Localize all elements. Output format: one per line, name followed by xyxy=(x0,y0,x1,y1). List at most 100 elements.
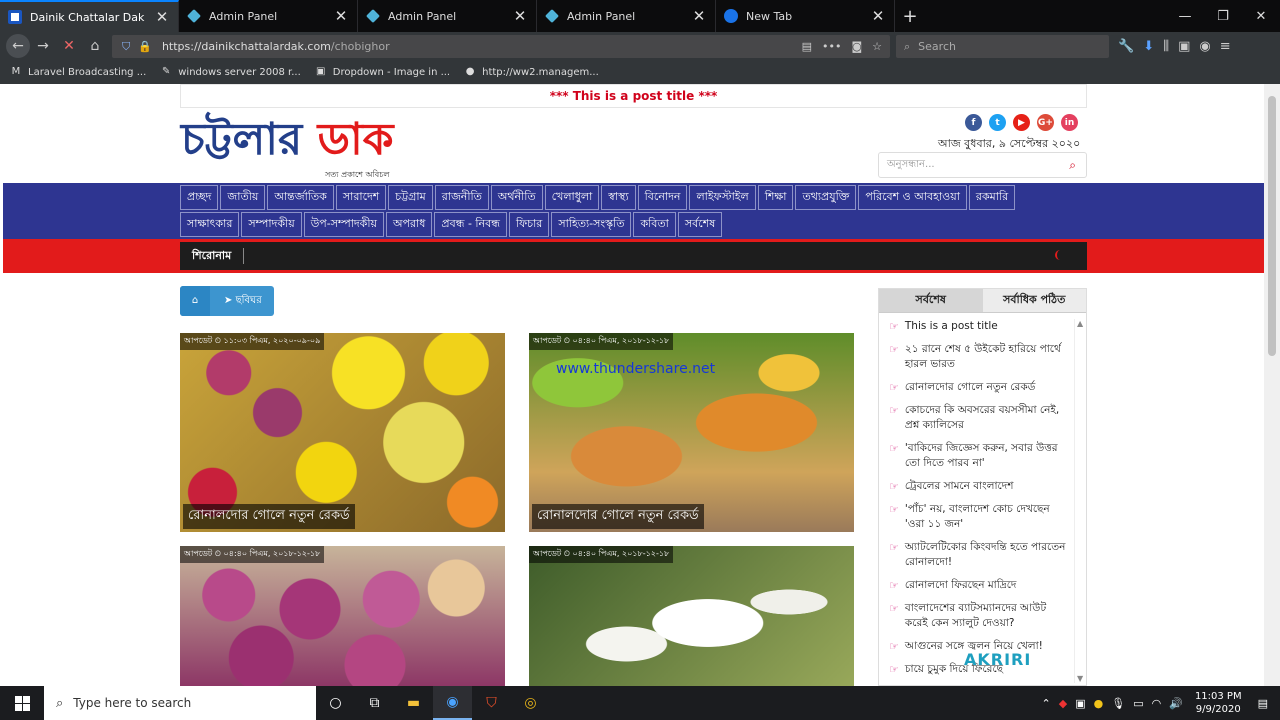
nav-item[interactable]: লাইফস্টাইল xyxy=(689,185,756,210)
social-icon[interactable]: G+ xyxy=(1037,114,1054,131)
site-search-input[interactable]: অনুসন্ধান... ⌕ xyxy=(878,152,1087,178)
browser-tab[interactable]: Admin Panel ✕ xyxy=(537,0,716,32)
social-icon[interactable]: in xyxy=(1061,114,1078,131)
nav-item[interactable]: প্রচ্ছদ xyxy=(180,185,219,210)
notifications-icon[interactable]: ▤ xyxy=(1258,697,1268,710)
close-tab-icon[interactable]: ✕ xyxy=(333,7,349,25)
close-tab-icon[interactable]: ✕ xyxy=(154,8,170,26)
restore-icon[interactable]: ❐ xyxy=(1204,0,1242,32)
nav-item[interactable]: প্রবন্ধ - নিবন্ধ xyxy=(434,212,507,237)
battery-icon[interactable]: ▭ xyxy=(1133,697,1143,710)
nav-item[interactable]: চট্টগ্রাম xyxy=(388,185,433,210)
gallery-card[interactable]: আপডেট ⏲ ০৪:৪০ পিএম, ২০১৮-১২-১৮ xyxy=(180,546,505,686)
reader-view-icon[interactable]: ▤ xyxy=(802,40,812,53)
tray-chevron-icon[interactable]: ⌃ xyxy=(1042,697,1051,710)
nav-item[interactable]: অপরাধ xyxy=(386,212,433,237)
menu-icon[interactable]: ≡ xyxy=(1220,39,1231,54)
start-button[interactable] xyxy=(0,686,44,720)
nav-item[interactable]: ফিচার xyxy=(508,212,550,237)
nav-item[interactable]: তথ্যপ্রযুক্তি xyxy=(795,185,857,210)
chrome-icon[interactable]: ◎ xyxy=(511,686,550,720)
tray-app-icon[interactable]: ◆ xyxy=(1059,697,1067,710)
nav-item[interactable]: খেলাধুলা xyxy=(544,185,600,210)
site-logo[interactable]: চট্টলার ডাক xyxy=(181,114,394,166)
list-item[interactable]: ☞ ২১ রানে শেষ ৫ উইকেট হারিয়ে পার্থে হারল… xyxy=(889,342,1069,372)
bookmark-item[interactable]: ▣ Dropdown - Image in ... xyxy=(315,66,450,78)
gallery-card[interactable]: আপডেট ⏲ ১১:০৩ পিএম, ২০২০-০৯-০৯ রোনালদোর … xyxy=(180,333,505,532)
browser-tab[interactable]: Admin Panel ✕ xyxy=(358,0,537,32)
bookmark-item[interactable]: M Laravel Broadcasting ... xyxy=(10,66,147,78)
nav-item[interactable]: অর্থনীতি xyxy=(490,185,543,210)
nav-item[interactable]: সম্পাদকীয় xyxy=(241,212,302,237)
nav-item[interactable]: শিক্ষা xyxy=(757,185,794,210)
list-item[interactable]: ☞ কোচদের কি অবসরের বয়সসীমা নেই, প্রশ্ন ক… xyxy=(889,403,1069,433)
nav-item[interactable]: আন্তর্জাতিক xyxy=(267,185,334,210)
new-tab-icon[interactable]: + xyxy=(895,0,925,32)
nav-item[interactable]: সাক্ষাৎকার xyxy=(180,212,240,237)
close-tab-icon[interactable]: ✕ xyxy=(870,7,886,25)
taskbar-clock[interactable]: 11:03 PM 9/9/2020 xyxy=(1195,690,1242,716)
tab-most-read[interactable]: সর্বাধিক পঠিত xyxy=(982,289,1086,313)
nav-item[interactable]: রকমারি xyxy=(968,185,1016,210)
taskbar-search[interactable]: ⌕ Type here to search xyxy=(44,686,316,720)
tab-latest[interactable]: সর্বশেষ xyxy=(879,289,983,313)
list-item[interactable]: ☞ অ্যাটলেটিকোর কিংবদন্তি হতে পারতেন রোনাল… xyxy=(889,540,1069,570)
minimize-icon[interactable]: — xyxy=(1166,0,1204,32)
scroll-down-icon[interactable]: ▼ xyxy=(1077,674,1083,683)
nav-item[interactable]: কবিতা xyxy=(633,212,676,237)
sidebar-scrollbar[interactable]: ▲ ▼ xyxy=(1074,319,1084,683)
volume-icon[interactable]: 🔊 xyxy=(1169,697,1183,710)
top-notice[interactable]: *** This is a post title *** xyxy=(180,84,1087,108)
close-tab-icon[interactable]: ✕ xyxy=(691,7,707,25)
scrollbar-thumb[interactable] xyxy=(1268,96,1276,356)
gallery-card[interactable]: আপডেট ⏲ ০৪:৪০ পিএম, ২০১৮-১২-১৮ www.thund… xyxy=(529,333,854,532)
close-window-icon[interactable]: ✕ xyxy=(1242,0,1280,32)
browser-tab[interactable]: New Tab ✕ xyxy=(716,0,895,32)
pocket-icon[interactable]: ◙ xyxy=(851,40,862,53)
scroll-up-icon[interactable]: ▲ xyxy=(1077,319,1083,328)
firefox-icon[interactable]: ◉ xyxy=(433,686,472,720)
brave-icon[interactable]: ⛉ xyxy=(472,686,511,720)
tray-app-icon[interactable]: ▣ xyxy=(1075,697,1085,710)
microphone-icon[interactable]: 🎙 xyxy=(1111,697,1125,710)
gallery-card[interactable]: আপডেট ⏲ ০৪:৪০ পিএম, ২০১৮-১২-১৮ xyxy=(529,546,854,686)
nav-item[interactable]: উপ-সম্পাদকীয় xyxy=(303,212,384,237)
account-icon[interactable]: ◉ xyxy=(1199,39,1210,54)
forward-icon[interactable]: → xyxy=(30,34,56,58)
card-caption[interactable]: রোনালদোর গোলে নতুন রেকর্ড xyxy=(183,504,355,529)
library-icon[interactable]: ⫼ xyxy=(1163,39,1169,54)
file-explorer-icon[interactable]: ▬ xyxy=(394,686,433,720)
nav-item[interactable]: জাতীয় xyxy=(220,185,266,210)
page-scrollbar[interactable] xyxy=(1264,84,1280,686)
bookmark-item[interactable]: ● http://ww2.managem... xyxy=(464,66,599,78)
download-icon[interactable]: ⬇ xyxy=(1143,39,1154,54)
social-icon[interactable]: f xyxy=(965,114,982,131)
sidebar-toggle-icon[interactable]: ▣ xyxy=(1178,39,1190,54)
nav-item[interactable]: রাজনীতি xyxy=(434,185,489,210)
shield-icon[interactable]: ⛉ xyxy=(122,40,130,54)
browser-tab[interactable]: Dainik Chattalar Dak ✕ xyxy=(0,0,179,32)
social-icon[interactable]: t xyxy=(989,114,1006,131)
list-item[interactable]: ☞ রোনালদোর গোলে নতুন রেকর্ড xyxy=(889,380,1069,395)
nav-item[interactable]: বিনোদন xyxy=(637,185,688,210)
card-caption[interactable]: রোনালদোর গোলে নতুন রেকর্ড xyxy=(532,504,704,529)
page-actions-icon[interactable]: ••• xyxy=(822,40,841,53)
list-item[interactable]: ☞ 'বাকিদের জিজ্ঞেস করুন, সবার উত্তর তো দি… xyxy=(889,441,1069,471)
tray-app-icon[interactable]: ● xyxy=(1094,697,1104,710)
breadcrumb-current[interactable]: ➤ ছবিঘর xyxy=(210,293,274,310)
nav-item[interactable]: সর্বশেষ xyxy=(677,212,723,237)
browser-search-bar[interactable]: ⌕ Search xyxy=(896,35,1109,58)
bookmark-star-icon[interactable]: ☆ xyxy=(872,40,882,53)
list-item[interactable]: ☞ ট্রেবলের সামনে বাংলাদেশ xyxy=(889,479,1069,494)
task-view-icon[interactable]: ⧉ xyxy=(355,686,394,720)
stop-icon[interactable]: ✕ xyxy=(56,34,82,58)
close-tab-icon[interactable]: ✕ xyxy=(512,7,528,25)
home-icon[interactable]: ⌂ xyxy=(82,34,108,58)
cortana-icon[interactable]: ○ xyxy=(316,686,355,720)
list-item[interactable]: ☞ বাংলাদেশের ব্যাটসম্যানদের আউট করেই কেন … xyxy=(889,601,1069,631)
address-bar[interactable]: ⛉ 🔒 https://dainikchattalardak.com/chobi… xyxy=(112,35,890,58)
browser-tab[interactable]: Admin Panel ✕ xyxy=(179,0,358,32)
nav-item[interactable]: স্বাস্থ্য xyxy=(601,185,636,210)
nav-item[interactable]: সারাদেশ xyxy=(335,185,387,210)
bookmark-item[interactable]: ✎ windows server 2008 r... xyxy=(160,66,301,78)
